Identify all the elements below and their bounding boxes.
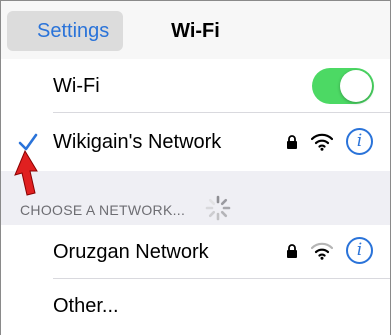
other-network-row[interactable]: Other... [1, 279, 390, 333]
wifi-signal-icon [311, 133, 333, 151]
info-button[interactable]: i [346, 237, 373, 264]
annotation-arrow [14, 149, 38, 196]
settings-screen: Settings Wi-Fi Wi-Fi Wikigain's Network [0, 0, 391, 335]
lock-icon [287, 244, 297, 258]
networks-group: Oruzgan Network i Other... [1, 225, 390, 335]
wifi-toggle-label: Wi-Fi [53, 75, 100, 97]
loading-spinner-icon [205, 195, 231, 221]
section-header: CHOOSE A NETWORK... [20, 202, 186, 218]
lock-icon [287, 135, 297, 149]
page-title: Wi-Fi [171, 20, 220, 42]
toggle-knob [340, 70, 372, 102]
network-name: Oruzgan Network [53, 241, 209, 263]
wifi-toggle-switch[interactable] [312, 68, 374, 104]
info-button[interactable]: i [346, 128, 373, 155]
network-row[interactable]: Oruzgan Network i [1, 225, 390, 279]
network-name: Wikigain's Network [53, 131, 222, 153]
connected-network-row[interactable]: Wikigain's Network i [1, 113, 390, 171]
other-network-label: Other... [53, 295, 119, 317]
wifi-signal-icon [311, 242, 333, 260]
navigation-bar: Settings Wi-Fi [1, 1, 390, 62]
